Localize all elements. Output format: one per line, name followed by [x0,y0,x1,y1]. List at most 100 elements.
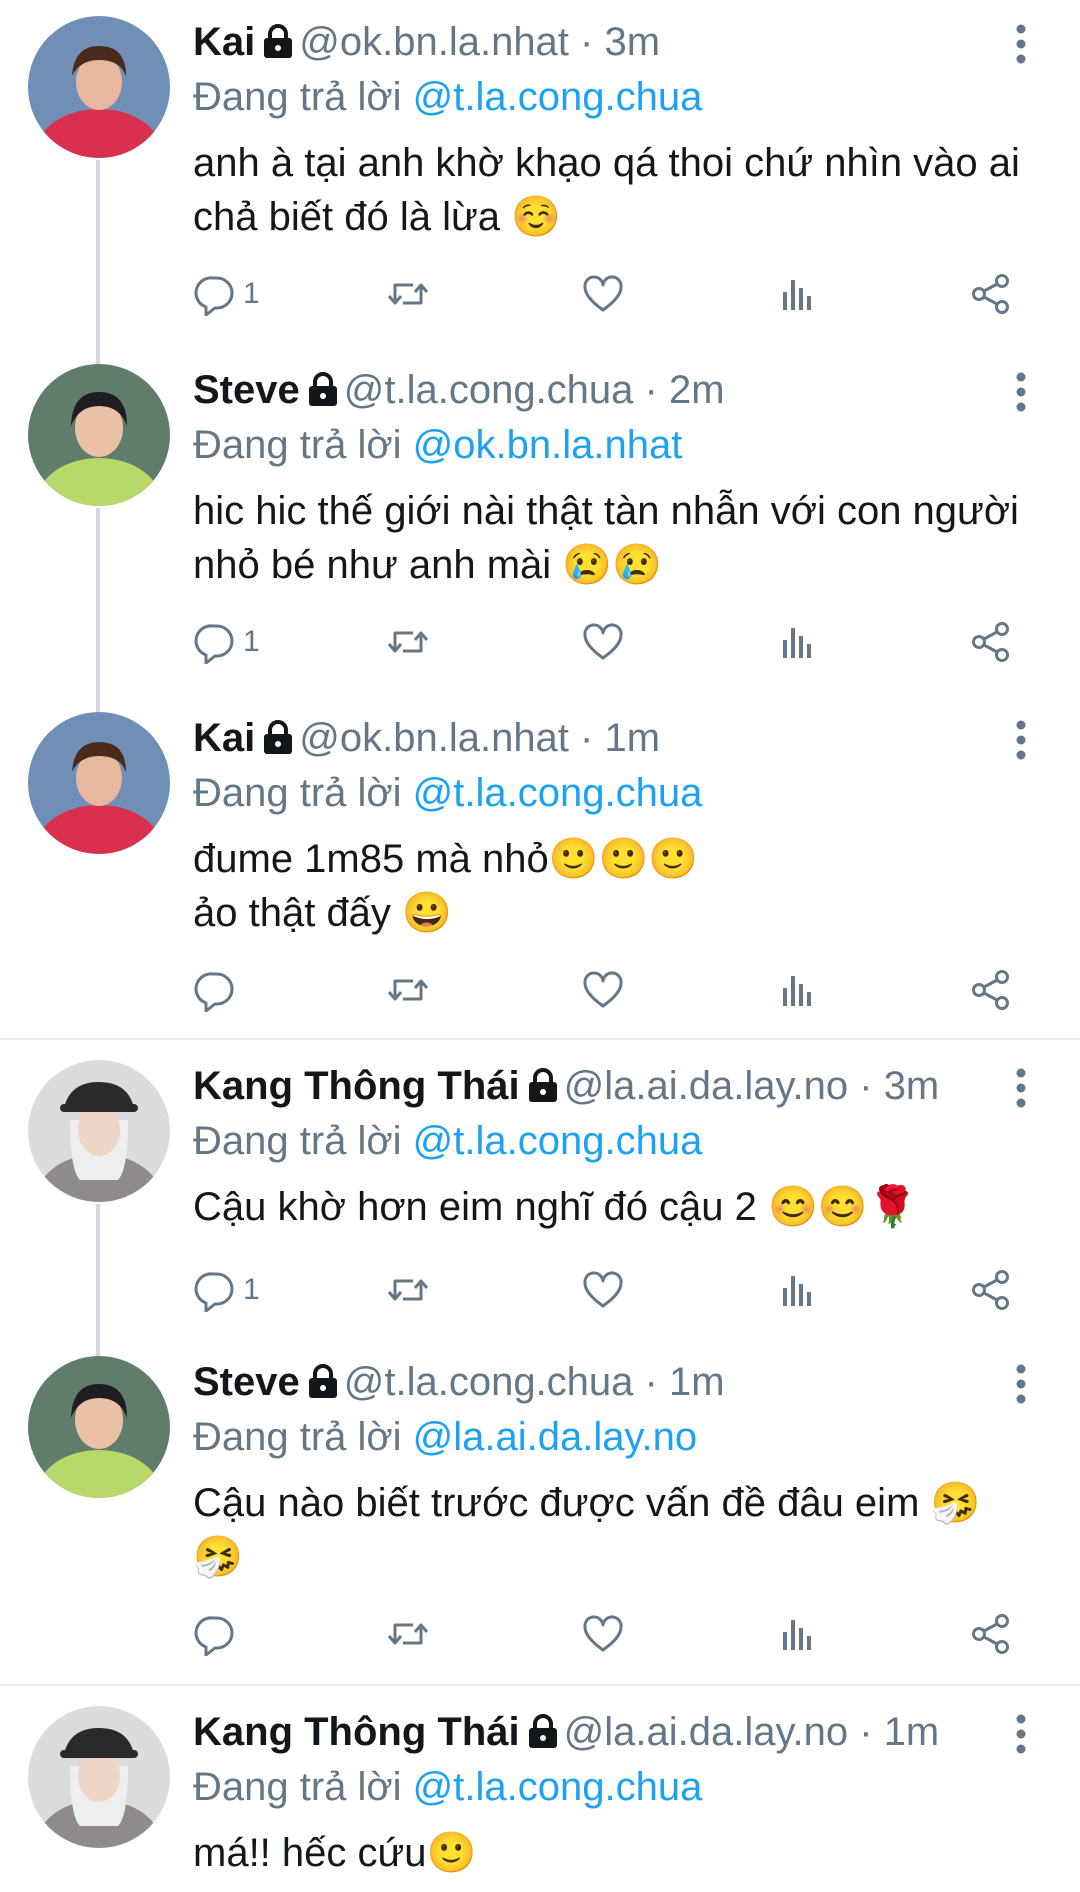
replying-to-label: Đang trả lời [193,1119,402,1163]
analytics-button[interactable] [775,960,819,1020]
tweet-text: má!! hếc cứu🙂 [193,1831,477,1875]
heart-icon [581,1268,625,1312]
timestamp[interactable]: 1m [884,1710,940,1754]
avatar[interactable] [28,712,170,854]
reply-count: 1 [243,625,260,658]
divider [0,1038,1080,1040]
reply-button[interactable]: 1 [193,612,260,672]
timestamp[interactable]: 3m [605,20,661,64]
analytics-icon [775,968,819,1012]
handle[interactable]: @ok.bn.la.nhat [299,716,569,760]
avatar-image [28,16,170,158]
heart-icon [581,968,625,1012]
avatar[interactable] [28,1356,170,1498]
avatar[interactable] [28,1706,170,1848]
mention-link[interactable]: @t.la.cong.chua [413,1765,703,1809]
handle[interactable]: @ok.bn.la.nhat [299,20,569,64]
handle[interactable]: @la.ai.da.lay.no [564,1064,848,1108]
share-icon [969,272,1013,316]
retweet-button[interactable] [386,960,430,1020]
tweet[interactable]: Steve @t.la.cong.chua · 2m Đang trả lời @… [0,348,1080,696]
handle[interactable]: @t.la.cong.chua [344,368,634,412]
display-name[interactable]: Kang Thông Thái [193,1064,520,1108]
mention-link[interactable]: @la.ai.da.lay.no [413,1415,697,1459]
replying-to: Đang trả lời @ok.bn.la.nhat [193,418,682,472]
timestamp[interactable]: 3m [884,1064,940,1108]
retweet-button[interactable] [386,1260,430,1320]
display-name[interactable]: Kai [193,716,255,760]
analytics-button[interactable] [775,264,819,324]
tweet[interactable]: Kang Thông Thái @la.ai.da.lay.no · 3m Đan… [0,1044,1080,1344]
analytics-button[interactable] [775,1260,819,1320]
avatar[interactable] [28,1060,170,1202]
mention-link[interactable]: @t.la.cong.chua [413,771,703,815]
replying-to: Đang trả lời @t.la.cong.chua [193,1760,702,1814]
analytics-icon [775,1268,819,1312]
avatar[interactable] [28,16,170,158]
heart-icon [581,1612,625,1656]
tweet-text: anh à tại anh khờ khạo qá thoi chứ nhìn … [193,141,1020,239]
more-vertical-icon[interactable] [1006,1712,1036,1756]
tweet-actions: 1 [0,612,1080,672]
share-button[interactable] [969,1604,1013,1664]
heart-icon [581,272,625,316]
tweet[interactable]: Steve @t.la.cong.chua · 1m Đang trả lời @… [0,1340,1080,1684]
display-name[interactable]: Kai [193,20,255,64]
share-icon [969,968,1013,1012]
retweet-button[interactable] [386,1604,430,1664]
reply-thread-feed: Kai @ok.bn.la.nhat · 3m Đang trả lời @t.l… [0,0,1080,1892]
analytics-button[interactable] [775,612,819,672]
more-vertical-icon[interactable] [1006,22,1036,66]
tweet[interactable]: Kai @ok.bn.la.nhat · 1m Đang trả lời @t.l… [0,696,1080,1038]
handle[interactable]: @t.la.cong.chua [344,1360,634,1404]
avatar[interactable] [28,364,170,506]
like-button[interactable] [581,264,625,324]
mention-link[interactable]: @t.la.cong.chua [413,75,703,119]
more-vertical-icon[interactable] [1006,1066,1036,1110]
display-name[interactable]: Steve [193,1360,300,1404]
tweet-text-line: ảo thật đấy 😀 [193,891,452,935]
timestamp[interactable]: 1m [669,1360,725,1404]
retweet-button[interactable] [386,612,430,672]
reply-button[interactable] [193,1604,237,1664]
handle[interactable]: @la.ai.da.lay.no [564,1710,848,1754]
share-button[interactable] [969,612,1013,672]
tweet[interactable]: Kai @ok.bn.la.nhat · 3m Đang trả lời @t.l… [0,0,1080,348]
lock-icon [261,719,295,755]
mention-link[interactable]: @t.la.cong.chua [413,1119,703,1163]
display-name[interactable]: Steve [193,368,300,412]
replying-to-label: Đang trả lời [193,423,402,467]
reply-button[interactable]: 1 [193,1260,260,1320]
analytics-button[interactable] [775,1604,819,1664]
timestamp[interactable]: 1m [605,716,661,760]
tweet-text: đume 1m85 mà nhỏ🙂🙂🙂 ảo thật đấy 😀 [193,832,1023,940]
share-button[interactable] [969,264,1013,324]
like-button[interactable] [581,612,625,672]
retweet-icon [386,620,430,664]
timestamp[interactable]: 2m [669,368,725,412]
share-button[interactable] [969,1260,1013,1320]
more-vertical-icon[interactable] [1006,1362,1036,1406]
divider [0,1684,1080,1686]
heart-icon [581,620,625,664]
tweet-actions [0,1604,1080,1664]
lock-icon [306,371,340,407]
reply-count: 1 [243,1273,260,1306]
reply-button[interactable] [193,960,237,1020]
tweet-text-line: đume 1m85 mà nhỏ🙂🙂🙂 [193,837,699,881]
tweet[interactable]: Kang Thông Thái @la.ai.da.lay.no · 1m Đan… [0,1690,1080,1892]
tweet-header: Kai @ok.bn.la.nhat · 3m [193,14,983,70]
lock-icon [526,1713,560,1749]
tweet-header: Kang Thông Thái @la.ai.da.lay.no · 1m [193,1704,983,1760]
like-button[interactable] [581,960,625,1020]
like-button[interactable] [581,1260,625,1320]
more-vertical-icon[interactable] [1006,718,1036,762]
mention-link[interactable]: @ok.bn.la.nhat [413,423,683,467]
reply-button[interactable]: 1 [193,264,260,324]
retweet-button[interactable] [386,264,430,324]
share-button[interactable] [969,960,1013,1020]
display-name[interactable]: Kang Thông Thái [193,1710,520,1754]
like-button[interactable] [581,1604,625,1664]
more-vertical-icon[interactable] [1006,370,1036,414]
replying-to-label: Đang trả lời [193,75,402,119]
